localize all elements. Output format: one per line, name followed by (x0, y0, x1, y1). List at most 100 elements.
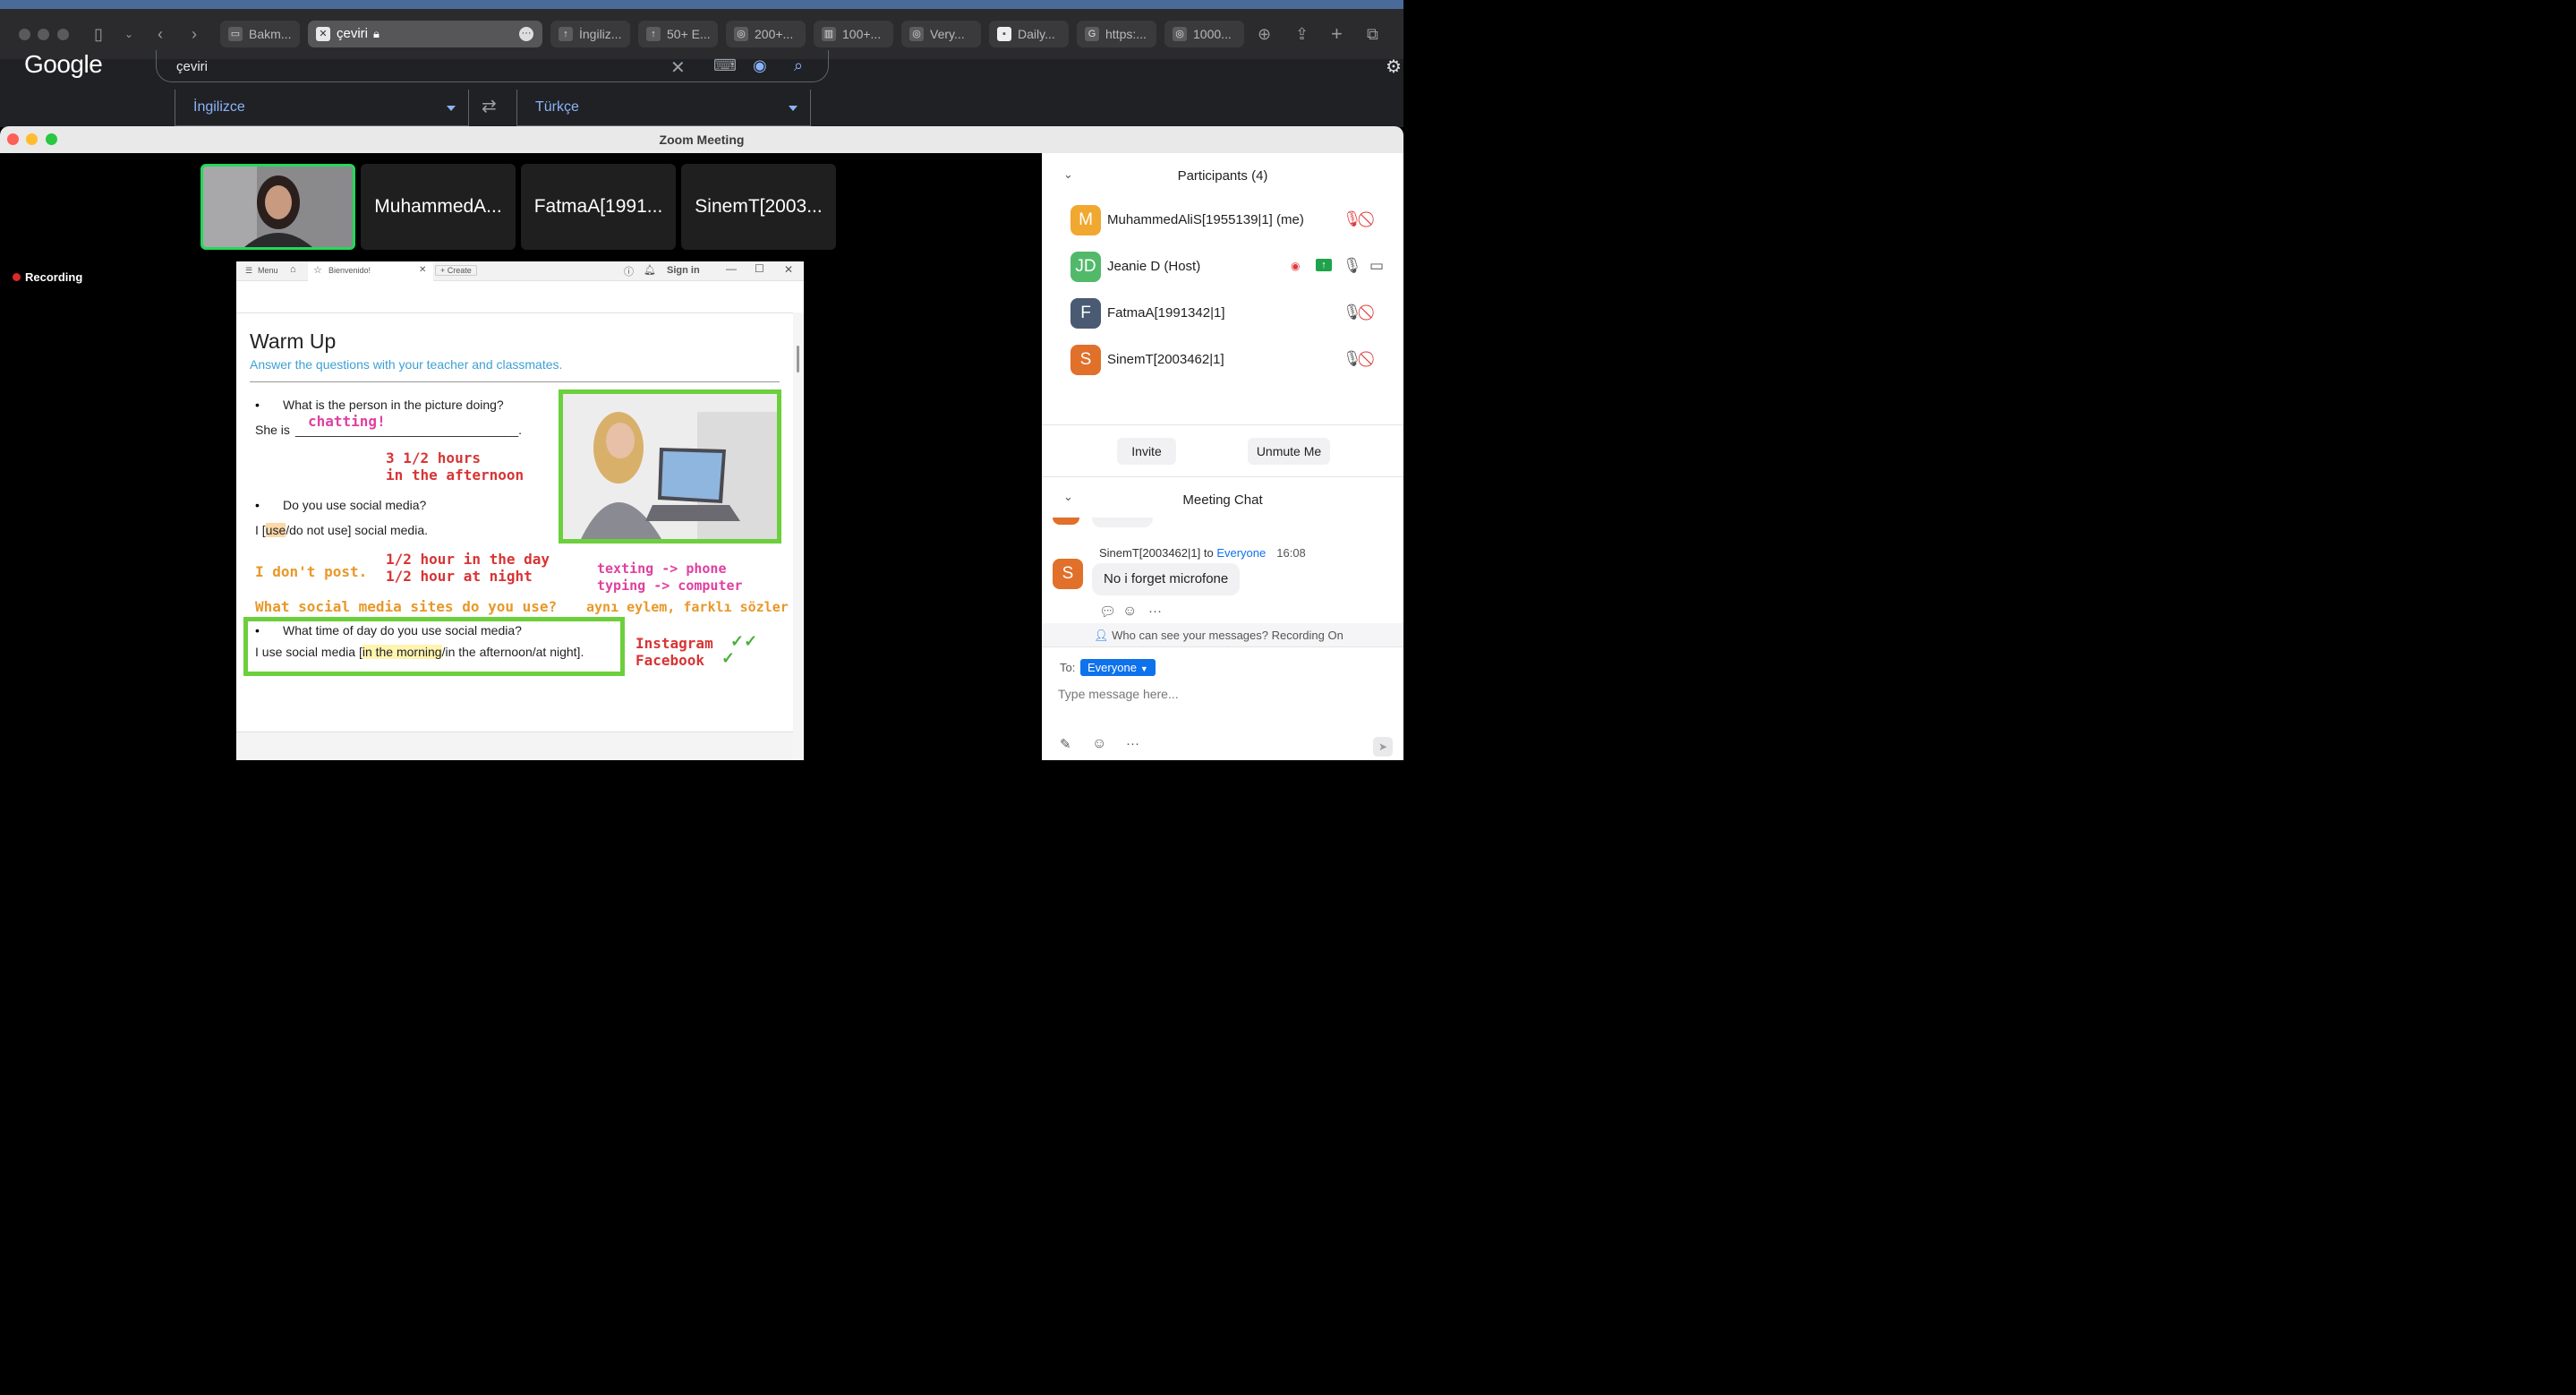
more-icon[interactable]: ··· (1148, 603, 1162, 619)
close-window-button[interactable] (19, 29, 30, 40)
zoom-maximize-button[interactable] (46, 133, 57, 145)
recording-indicator: Recording (13, 270, 82, 284)
annotation-texting: texting -> phone (597, 561, 727, 577)
shared-tab: ☆ Bienvenido! ✕ (308, 261, 433, 281)
more-options-icon[interactable]: ··· (1126, 736, 1139, 751)
minimize-window-button[interactable] (38, 29, 49, 40)
send-icon[interactable]: ➤ (1373, 737, 1393, 757)
bullet: • (255, 498, 260, 512)
video-thumbnail[interactable]: FatmaA[1991... (521, 164, 676, 250)
participant-row[interactable]: JD Jeanie D (Host) ◉ ↑ 🎙︎ ▭ (1070, 252, 1403, 284)
g-icon: G (1085, 27, 1099, 41)
google-logo[interactable]: Google (24, 50, 103, 79)
sidebar-toggle-icon[interactable]: ▯ (94, 23, 103, 45)
download-icon[interactable]: ⊕ (1258, 23, 1271, 45)
recipient-select[interactable]: Everyone ▼ (1080, 659, 1156, 676)
video-icon: ▭ (1369, 257, 1385, 274)
zoom-window-button[interactable] (57, 29, 69, 40)
share-icon[interactable]: ⇪ (1295, 23, 1309, 45)
zoom-titlebar: Zoom Meeting (0, 126, 1403, 153)
unmute-me-button[interactable]: Unmute Me (1248, 438, 1330, 465)
forward-icon[interactable]: › (192, 23, 197, 45)
annotation-afternoon: in the afternoon (386, 466, 525, 484)
dropdown-icon (789, 106, 798, 111)
star-icon: ☆ (313, 265, 322, 276)
recording-icon: ◉ (1291, 260, 1301, 272)
answer-2: I [use/do not use] social media. (255, 523, 429, 537)
bell-icon: 🔔︎ (644, 265, 656, 276)
sign-in-label: Sign in (667, 265, 700, 276)
bullet: • (255, 623, 260, 638)
visibility-note[interactable]: 👤︎ Who can see your messages? Recording … (1094, 629, 1343, 643)
close-icon: ✕ (419, 265, 427, 275)
tab-10[interactable]: ◎ 1000... (1164, 21, 1244, 47)
zoom-close-button[interactable] (7, 133, 19, 145)
check-icon: ✓ (721, 649, 736, 667)
keyboard-icon[interactable]: ⌨ (713, 56, 737, 75)
source-language-select[interactable]: İngilizce (175, 90, 469, 126)
emoji-icon[interactable]: ☺ (1092, 736, 1106, 752)
more-icon[interactable]: ··· (519, 27, 533, 41)
zoom-minimize-button[interactable] (26, 133, 38, 145)
person-video-image (203, 167, 353, 247)
chat-input[interactable]: Type message here... (1058, 687, 1179, 701)
tab-4[interactable]: ↑ 50+ E... (638, 21, 718, 47)
tab-overview-icon[interactable]: ⧉ (1367, 23, 1378, 45)
tab-6[interactable]: ▥ 100+... (814, 21, 893, 47)
tab-5[interactable]: ◎ 200+... (726, 21, 806, 47)
question-3: What time of day do you use social media… (283, 623, 522, 638)
tab-7[interactable]: ◎ Very... (901, 21, 981, 47)
chevron-down-icon[interactable]: ⌄ (124, 23, 133, 45)
search-icon[interactable]: ⌕ (794, 56, 803, 75)
tab-3[interactable]: ↑ İngiliz... (550, 21, 630, 47)
mic-icon: 🎙︎ (1343, 304, 1362, 321)
scrollbar[interactable] (793, 312, 804, 760)
participant-row[interactable]: S SinemT[2003462|1] 🎙︎ ⃠ (1070, 345, 1403, 377)
annotation-same-action: aynı eylem, farklı sözler (586, 599, 789, 615)
tab-9[interactable]: Ghttps:... (1077, 21, 1156, 47)
divider (1042, 646, 1403, 647)
search-input[interactable]: çeviri (176, 59, 208, 74)
mic-icon: 🎙︎ (1343, 257, 1362, 274)
add-reaction-icon[interactable]: ☺ (1122, 603, 1137, 620)
participant-name: MuhammedAliS[1955139|1] (me) (1107, 212, 1304, 227)
book-icon: ▥ (822, 27, 836, 41)
participant-row[interactable]: F FatmaA[1991342|1] 🎙︎ ⃠ (1070, 298, 1403, 330)
menu-icon: ☰ (245, 266, 253, 275)
annotation-night: 1/2 hour at night (386, 568, 533, 585)
globe-icon: ◎ (734, 27, 748, 41)
invite-button[interactable]: Invite (1117, 438, 1176, 465)
annotation-sites: What social media sites do you use? (255, 598, 558, 615)
back-icon[interactable]: ‹ (158, 23, 163, 45)
video-thumbnail-speaker[interactable] (200, 164, 355, 250)
lens-icon[interactable]: ◉ (753, 56, 767, 75)
participant-row[interactable]: M MuhammedAliS[1955139|1] (me) 🎙︎ ⃠ (1070, 205, 1403, 237)
mic-muted-icon[interactable]: 🎙︎ (1343, 210, 1362, 228)
site-icon: ▪ (997, 27, 1011, 41)
scrollbar-thumb[interactable] (797, 346, 799, 372)
swap-languages-icon[interactable]: ⇄ (482, 95, 497, 117)
annotation-facebook: Facebook (635, 652, 705, 669)
target-language-select[interactable]: Türkçe (516, 90, 811, 126)
globe-icon: ◎ (909, 27, 924, 41)
picture-frame (559, 389, 781, 543)
bullet: • (255, 398, 260, 412)
divider (1042, 476, 1403, 477)
tab-1[interactable]: ▭ Bakm... (220, 21, 300, 47)
video-thumbnail[interactable]: MuhammedA... (361, 164, 516, 250)
format-icon[interactable]: ✎ (1060, 736, 1071, 752)
worksheet-title: Warm Up (250, 329, 337, 353)
tab-ceviri-active[interactable]: ✕ çeviri 🔒︎ ··· (308, 21, 542, 47)
new-tab-icon[interactable]: + (1331, 23, 1343, 45)
video-thumbnail[interactable]: SinemT[2003... (681, 164, 836, 250)
dropdown-icon (447, 106, 456, 111)
participants-header: Participants (4) (1177, 168, 1268, 184)
reply-icon[interactable]: 💬︎ (1099, 603, 1116, 620)
settings-icon[interactable]: ⚙ (1386, 56, 1402, 78)
create-tab: + Create (435, 265, 477, 276)
tab-8[interactable]: ▪ Daily... (989, 21, 1069, 47)
chat-message[interactable]: No i forget microfone (1092, 563, 1241, 595)
shared-menu-label: Menu (258, 266, 278, 275)
clear-icon[interactable]: ✕ (670, 56, 686, 79)
google-search-box[interactable]: çeviri ✕ ⌨ ◉ ⌕ (156, 50, 829, 82)
